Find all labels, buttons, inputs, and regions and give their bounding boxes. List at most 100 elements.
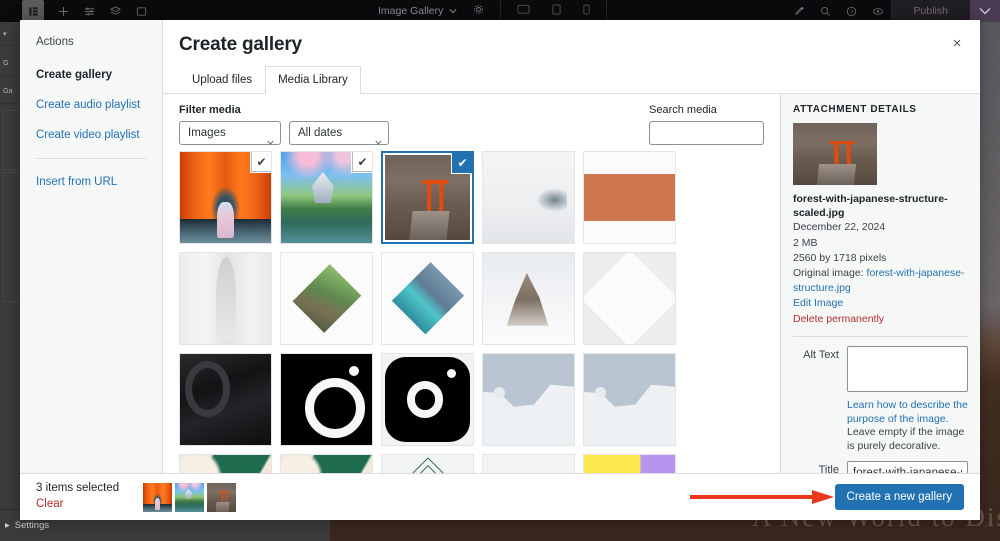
chevron-down-icon[interactable] xyxy=(449,5,457,17)
editor-site-title: Image Gallery xyxy=(378,5,444,17)
desktop-icon[interactable] xyxy=(517,2,530,20)
media-item-thumbnail xyxy=(281,455,372,473)
check-icon[interactable]: ✔ xyxy=(452,153,472,173)
alt-text-helper-link[interactable]: Learn how to describe the purpose of the… xyxy=(847,399,968,425)
search-input[interactable] xyxy=(649,121,764,145)
media-item-thumbnail xyxy=(483,152,574,243)
create-a-new-gallery-button[interactable]: Create a new gallery xyxy=(834,484,964,510)
modal-tabs: Upload files Media Library xyxy=(163,66,980,94)
history-icon[interactable] xyxy=(787,0,813,22)
media-item-forest-with-japanese-structure[interactable]: ✔ xyxy=(381,151,474,244)
media-item-instagram-logo-rounded[interactable] xyxy=(381,353,474,446)
editor-site-title-group[interactable]: Image Gallery xyxy=(378,0,484,22)
annotation-arrow-icon xyxy=(690,490,834,504)
media-grid-scroll[interactable]: ✔ ✔ ✔ A&A xyxy=(163,151,780,473)
media-item-thumbnail xyxy=(180,354,271,445)
search-media-group: Search media xyxy=(649,104,764,145)
alt-text-input[interactable] xyxy=(847,345,968,392)
tab-media-library[interactable]: Media Library xyxy=(265,66,361,94)
sidebar-item-create-video-playlist[interactable]: Create video playlist xyxy=(20,124,162,154)
alt-text-field: Alt Text Learn how to describe the purpo… xyxy=(793,345,968,454)
media-item-thumbnail xyxy=(483,253,574,344)
media-item-thumbnail xyxy=(584,455,675,473)
media-item-thumbnail xyxy=(584,354,675,445)
media-grid: ✔ ✔ ✔ A&A xyxy=(179,151,774,473)
publish-button[interactable]: Publish xyxy=(890,0,970,22)
selected-thumbnail-torii-corridor-kimono[interactable] xyxy=(143,482,173,512)
media-item-wave-placeholder-b[interactable] xyxy=(583,353,676,446)
attachment-thumbnail[interactable] xyxy=(793,123,877,185)
media-item-thumbnail xyxy=(483,354,574,445)
editor-settings-label: Settings xyxy=(14,520,50,531)
eye-icon[interactable] xyxy=(865,0,891,22)
media-item-thumbnail xyxy=(180,455,271,473)
media-item-instagram-logo-black[interactable] xyxy=(280,353,373,446)
mobile-icon[interactable] xyxy=(583,2,590,20)
media-item-a-and-a-diamond-logo[interactable]: A&A xyxy=(381,454,474,473)
clear-selection-link[interactable]: Clear xyxy=(36,497,119,513)
media-item-hiker-on-green-cliff[interactable] xyxy=(280,252,373,345)
modal-sidebar: Actions Create gallery Create audio play… xyxy=(20,20,163,473)
media-item-snowy-peak[interactable] xyxy=(482,252,575,345)
modal-footer: 3 items selected Clear Create a new gall… xyxy=(20,473,980,520)
plus-icon[interactable] xyxy=(50,0,76,22)
check-icon[interactable]: ✔ xyxy=(352,152,372,172)
selected-thumbnail-himeji-castle-sakura[interactable] xyxy=(175,482,205,512)
panel-row-g1[interactable]: G xyxy=(0,52,21,76)
help-icon[interactable]: ? xyxy=(839,0,865,22)
editor-topbar-right: ? Publish xyxy=(787,0,1000,22)
original-image-label: Original image: xyxy=(793,267,867,279)
edit-image-link[interactable]: Edit Image xyxy=(793,296,968,311)
device-preview-switcher[interactable] xyxy=(500,0,607,22)
media-item-thumbnail xyxy=(584,152,675,243)
check-icon[interactable]: ✔ xyxy=(251,152,271,172)
media-item-branch-on-wall[interactable] xyxy=(179,252,272,345)
sidebar-item-insert-from-url[interactable]: Insert from URL xyxy=(20,171,162,201)
panel-collapse-row[interactable]: ▾ xyxy=(0,22,21,46)
media-item-thumbnail xyxy=(584,253,675,344)
panel-row-g2[interactable]: Ga xyxy=(0,80,21,104)
media-item-car-interior-dashboard[interactable] xyxy=(179,353,272,446)
sidebar-item-create-audio-playlist[interactable]: Create audio playlist xyxy=(20,94,162,124)
selected-thumbnail-forest-with-japanese-structure[interactable] xyxy=(207,482,237,512)
media-item-misty-mountain[interactable] xyxy=(482,151,575,244)
media-item-pink-donut-yellow-a[interactable] xyxy=(583,454,676,473)
attachment-date: December 22, 2024 xyxy=(793,221,886,234)
media-type-filter-wrap: Images xyxy=(179,121,281,145)
layers-icon[interactable] xyxy=(102,0,128,22)
delete-permanently-link[interactable]: Delete permanently xyxy=(793,312,968,327)
sidebar-item-create-gallery[interactable]: Create gallery xyxy=(20,64,162,94)
gear-icon[interactable] xyxy=(473,4,484,18)
media-item-wave-placeholder-a[interactable] xyxy=(482,353,575,446)
media-item-thumbnail xyxy=(281,354,372,445)
media-item-orange-paper-band[interactable] xyxy=(583,151,676,244)
tab-upload-files[interactable]: Upload files xyxy=(179,66,265,94)
media-item-torii-corridor-kimono[interactable]: ✔ xyxy=(179,151,272,244)
media-item-thumbnail xyxy=(483,455,574,473)
tablet-icon[interactable] xyxy=(552,2,561,20)
media-item-thumbnail: A&A xyxy=(382,455,473,473)
media-type-filter[interactable]: Images xyxy=(179,121,281,145)
selection-info: 3 items selected Clear xyxy=(36,481,119,512)
details-divider xyxy=(793,335,968,337)
media-date-filter[interactable]: All dates xyxy=(289,121,389,145)
attachment-details-heading: ATTACHMENT DETAILS xyxy=(793,104,917,115)
media-item-himeji-castle-sakura[interactable]: ✔ xyxy=(280,151,373,244)
title-field: Title xyxy=(793,461,968,473)
editor-left-panel[interactable]: ▾ G Ga xyxy=(0,22,22,541)
search-icon[interactable] xyxy=(813,0,839,22)
media-item-turquoise-lake-diamond[interactable] xyxy=(381,252,474,345)
alt-text-label: Alt Text xyxy=(803,348,839,361)
media-item-white-diamond-placeholder[interactable] xyxy=(583,252,676,345)
selected-thumbnails xyxy=(143,482,237,512)
publish-options-chevron-down-icon[interactable] xyxy=(970,0,1000,22)
sliders-icon[interactable] xyxy=(76,0,102,22)
selected-count-label: 3 items selected xyxy=(36,482,120,495)
frame-icon[interactable] xyxy=(128,0,154,22)
elementor-logo-icon[interactable] xyxy=(22,0,44,22)
media-item-thumbnail xyxy=(382,253,473,344)
media-item-pink-sneaker-a[interactable] xyxy=(179,454,272,473)
media-item-triangle-logo[interactable] xyxy=(482,454,575,473)
title-input[interactable] xyxy=(847,461,968,473)
media-item-pink-sneaker-b[interactable] xyxy=(280,454,373,473)
